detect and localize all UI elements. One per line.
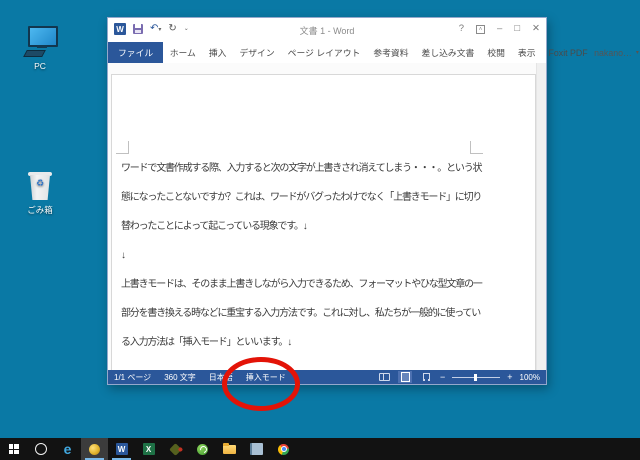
account-name[interactable]: nakano… bbox=[594, 48, 632, 58]
document-line: 替わったことによって起こっている現象です。↓ bbox=[121, 212, 483, 241]
windows-logo-icon bbox=[9, 444, 19, 454]
taskbar-word[interactable]: W bbox=[108, 438, 135, 460]
document-area: ワードで文書作成する際、入力すると次の文字が上書きされ消えてしまう・・・。という… bbox=[108, 63, 546, 370]
title-bar: W ↶▾ ↻ ⌄ 文書 1 - Word ? ˄ – □ ✕ bbox=[108, 18, 546, 42]
tab-insert[interactable]: 挿入 bbox=[202, 42, 233, 63]
window-controls: ? ˄ – □ ✕ bbox=[459, 23, 540, 35]
app-icon-1 bbox=[169, 443, 182, 456]
tab-home[interactable]: ホーム bbox=[163, 42, 202, 63]
status-bar: 1/1 ページ 360 文字 日本語 挿入モード − + 100% bbox=[108, 370, 546, 384]
zoom-level[interactable]: 100% bbox=[520, 373, 540, 382]
document-line: ↓ bbox=[121, 241, 483, 270]
folder-icon bbox=[223, 445, 236, 454]
desktop-icon-recycle-bin[interactable]: ♻ ごみ箱 bbox=[11, 155, 69, 216]
tab-view[interactable]: 表示 bbox=[511, 42, 542, 63]
status-left: 1/1 ページ 360 文字 日本語 挿入モード bbox=[114, 372, 286, 383]
taskbar-chrome[interactable] bbox=[270, 438, 297, 460]
taskbar-file-explorer[interactable] bbox=[216, 438, 243, 460]
desktop-icon-pc[interactable]: PC bbox=[11, 12, 69, 71]
word-window: W ↶▾ ↻ ⌄ 文書 1 - Word ? ˄ – □ ✕ ファイル ホーム … bbox=[107, 17, 547, 385]
taskbar: e W X bbox=[0, 438, 640, 460]
read-mode-button[interactable] bbox=[377, 371, 391, 383]
start-button[interactable] bbox=[0, 438, 27, 460]
account-area: nakano… ▾ bbox=[594, 42, 640, 63]
pc-icon bbox=[11, 12, 69, 58]
minimize-button[interactable]: – bbox=[497, 23, 502, 35]
web-layout-button[interactable] bbox=[419, 371, 433, 383]
blue-app-icon bbox=[250, 443, 263, 455]
document-page[interactable]: ワードで文書作成する際、入力すると次の文字が上書きされ消えてしまう・・・。という… bbox=[111, 74, 536, 370]
chrome-icon bbox=[278, 444, 289, 455]
taskbar-excel[interactable]: X bbox=[135, 438, 162, 460]
document-line: 態になったことないですか？これは、ワードがバグったわけでなく「上書きモード」に切… bbox=[121, 183, 483, 212]
tab-review[interactable]: 校閲 bbox=[481, 42, 512, 63]
taskbar-app-3[interactable] bbox=[243, 438, 270, 460]
zoom-slider[interactable] bbox=[452, 377, 500, 378]
help-button[interactable]: ? bbox=[459, 23, 464, 35]
tab-page-layout[interactable]: ページ レイアウト bbox=[281, 42, 367, 63]
green-app-icon bbox=[197, 444, 208, 455]
page-icon bbox=[401, 372, 410, 382]
status-right: − + 100% bbox=[377, 371, 540, 383]
document-line: る入力方法は「挿入モード」といいます。↓ bbox=[121, 328, 483, 357]
tab-mailings[interactable]: 差し込み文書 bbox=[415, 42, 481, 63]
zoom-slider-thumb[interactable] bbox=[474, 374, 477, 381]
language-indicator[interactable]: 日本語 bbox=[209, 372, 233, 383]
cortana-circle-icon bbox=[35, 443, 47, 455]
close-button[interactable]: ✕ bbox=[532, 23, 540, 35]
taskbar-app-1[interactable] bbox=[162, 438, 189, 460]
recycle-symbol-icon: ♻ bbox=[28, 179, 52, 188]
desktop-icon-recycle-bin-label: ごみ箱 bbox=[11, 204, 69, 216]
zoom-out-button[interactable]: − bbox=[440, 373, 445, 382]
excel-icon: X bbox=[143, 443, 155, 455]
maximize-button[interactable]: □ bbox=[514, 23, 520, 35]
margin-crop-mark-left bbox=[116, 141, 129, 154]
taskbar-edge[interactable]: e bbox=[54, 438, 81, 460]
edge-icon: e bbox=[64, 442, 72, 456]
ribbon-tab-row: ファイル ホーム 挿入 デザイン ページ レイアウト 参考資料 差し込み文書 校… bbox=[108, 42, 546, 63]
document-line: 部分を書き換える時などに重宝する入力方法です。これに対し、私たちが一般的に使って… bbox=[121, 299, 483, 328]
tab-design[interactable]: デザイン bbox=[233, 42, 281, 63]
tab-file[interactable]: ファイル bbox=[108, 42, 163, 63]
taskbar-active-app[interactable] bbox=[81, 438, 108, 460]
scrollbar-track[interactable] bbox=[536, 63, 546, 370]
tab-foxit-pdf[interactable]: Foxit PDF bbox=[542, 42, 594, 63]
desktop-icon-pc-label: PC bbox=[11, 61, 69, 71]
document-line: ワードで文書作成する際、入力すると次の文字が上書きされ消えてしまう・・・。という… bbox=[121, 154, 483, 183]
book-icon bbox=[379, 373, 390, 381]
taskbar-app-2[interactable] bbox=[189, 438, 216, 460]
recycle-bin-icon: ♻ bbox=[11, 155, 69, 201]
word-count[interactable]: 360 文字 bbox=[164, 372, 196, 383]
word-icon: W bbox=[116, 443, 128, 455]
print-layout-button[interactable] bbox=[398, 371, 412, 383]
gold-app-icon bbox=[89, 444, 100, 455]
margin-crop-mark-right bbox=[470, 141, 483, 154]
tab-references[interactable]: 参考資料 bbox=[367, 42, 415, 63]
zoom-in-button[interactable]: + bbox=[507, 373, 512, 382]
document-text[interactable]: ワードで文書作成する際、入力すると次の文字が上書きされ消えてしまう・・・。という… bbox=[121, 154, 483, 357]
cortana-button[interactable] bbox=[27, 438, 54, 460]
account-caret-icon[interactable]: ▾ bbox=[636, 49, 639, 56]
page-count[interactable]: 1/1 ページ bbox=[114, 372, 151, 383]
ribbon-display-options-button[interactable]: ˄ bbox=[476, 25, 485, 34]
document-line: 上書きモードは、そのまま上書きしながら入力できるため、フォーマットやひな型文章の… bbox=[121, 270, 483, 299]
insert-mode-indicator[interactable]: 挿入モード bbox=[246, 372, 286, 383]
web-page-icon bbox=[423, 373, 430, 381]
